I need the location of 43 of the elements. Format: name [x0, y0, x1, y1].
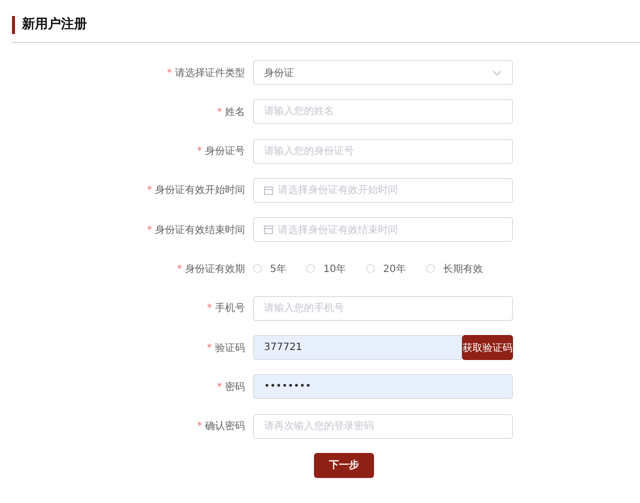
- radio-option[interactable]: 长期有效: [426, 262, 483, 276]
- field-label: 验证码: [215, 342, 245, 354]
- required-mark: *: [207, 342, 212, 354]
- radio-option[interactable]: 10年: [306, 262, 346, 276]
- field-label: 确认密码: [205, 421, 245, 432]
- input-field[interactable]: 请输入您的手机号: [253, 296, 513, 321]
- field-label: 身份证有效期: [185, 264, 245, 275]
- input-field[interactable]: 请再次输入您的登录密码: [253, 414, 513, 439]
- required-mark: *: [177, 264, 182, 275]
- field-label: 手机号: [215, 303, 245, 314]
- chevron-down-icon: [492, 70, 502, 76]
- field-label: 身份证有效结束时间: [155, 224, 245, 236]
- next-step-button[interactable]: 下一步: [314, 452, 374, 478]
- calendar-icon: [264, 225, 273, 234]
- field-label: 身份证号: [205, 146, 245, 158]
- page-title: 新用户注册: [12, 16, 87, 34]
- radio-circle[interactable]: [306, 264, 316, 274]
- field-label: 姓名: [225, 106, 245, 118]
- field-label: 身份证有效开始时间: [155, 185, 245, 196]
- get-code-button[interactable]: 获取验证码: [462, 335, 513, 360]
- radio-option[interactable]: 20年: [366, 262, 406, 276]
- radio-circle[interactable]: [426, 264, 435, 274]
- required-mark: *: [147, 185, 152, 196]
- required-mark: *: [197, 421, 202, 432]
- required-mark: *: [217, 106, 222, 118]
- code-input-field[interactable]: 377721: [253, 335, 462, 360]
- radio-circle[interactable]: [366, 264, 376, 274]
- required-mark: *: [207, 303, 212, 314]
- radio-circle[interactable]: [253, 264, 262, 274]
- field-label: 请选择证件类型: [175, 68, 245, 78]
- placeholder-text: 请选择身份证有效开始时间: [278, 184, 399, 198]
- input-field[interactable]: 请输入您的姓名: [253, 99, 513, 124]
- required-mark: *: [167, 68, 172, 78]
- field-label: 密码: [225, 382, 245, 393]
- required-mark: *: [217, 382, 222, 393]
- calendar-icon: [264, 186, 273, 195]
- required-mark: *: [197, 146, 202, 158]
- select-field[interactable]: 身份证: [253, 60, 513, 85]
- required-mark: *: [147, 224, 152, 236]
- input-field[interactable]: 请输入您的身份证号: [253, 138, 513, 164]
- input-field[interactable]: ••••••••: [253, 374, 513, 400]
- radio-option[interactable]: 5年: [253, 262, 286, 276]
- placeholder-text: 请选择身份证有效结束时间: [278, 224, 399, 237]
